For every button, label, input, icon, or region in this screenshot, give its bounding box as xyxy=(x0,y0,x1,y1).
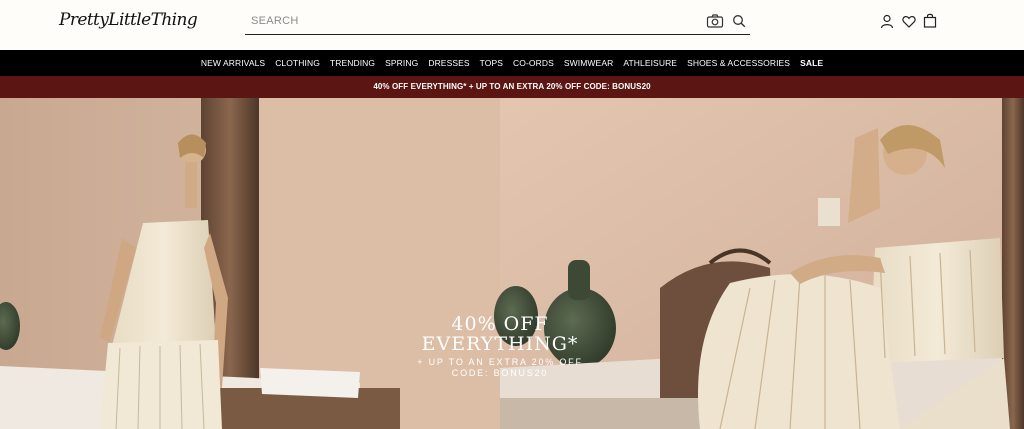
hero-banner[interactable]: 40% OFF EVERYTHING* + UP TO AN EXTRA 20%… xyxy=(0,98,1024,429)
bag-icon[interactable] xyxy=(923,13,937,28)
hero-headline: 40% OFF xyxy=(451,313,549,335)
hero-promo-code: CODE: BONUS20 xyxy=(451,368,549,378)
hero-image xyxy=(0,98,1024,429)
nav-item-tops[interactable]: TOPS xyxy=(480,58,503,68)
nav-item-clothing[interactable]: CLOTHING xyxy=(275,58,320,68)
nav-item-shoes-accessories[interactable]: SHOES & ACCESSORIES xyxy=(687,58,790,68)
search-icon[interactable] xyxy=(732,14,746,28)
nav-item-athleisure[interactable]: ATHLEISURE xyxy=(623,58,677,68)
nav-item-trending[interactable]: TRENDING xyxy=(330,58,375,68)
search-bar xyxy=(245,8,750,35)
search-input[interactable] xyxy=(251,12,681,30)
nav-item-swimwear[interactable]: SWIMWEAR xyxy=(564,58,613,68)
main-nav: NEW ARRIVALS CLOTHING TRENDING SPRING DR… xyxy=(0,50,1024,76)
nav-item-spring[interactable]: SPRING xyxy=(385,58,418,68)
nav-item-new-arrivals[interactable]: NEW ARRIVALS xyxy=(201,58,265,68)
heart-icon[interactable] xyxy=(902,15,916,28)
hero-copy: 40% OFF EVERYTHING* + UP TO AN EXTRA 20%… xyxy=(400,314,600,378)
brand-logo[interactable]: PrettyLittleThing xyxy=(59,10,198,30)
nav-item-co-ords[interactable]: CO-ORDS xyxy=(513,58,554,68)
nav-item-dresses[interactable]: DRESSES xyxy=(428,58,469,68)
hero-subline: + UP TO AN EXTRA 20% OFF xyxy=(417,357,583,367)
site-header: PrettyLittleThing xyxy=(0,0,1024,50)
nav-item-sale[interactable]: SALE xyxy=(800,58,823,68)
hero-headline-2: EVERYTHING* xyxy=(421,333,579,355)
promo-banner[interactable]: 40% OFF EVERYTHING* + UP TO AN EXTRA 20%… xyxy=(0,76,1024,98)
user-icon[interactable] xyxy=(880,14,894,29)
camera-icon[interactable] xyxy=(706,13,724,29)
